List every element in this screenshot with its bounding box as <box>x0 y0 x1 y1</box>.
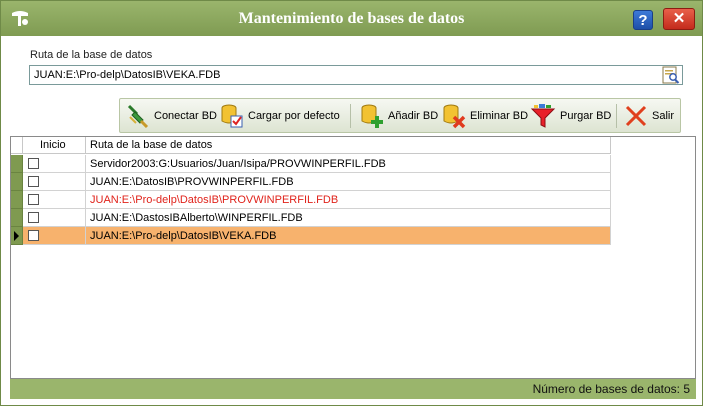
status-bar: Número de bases de datos: 5 <box>10 379 696 399</box>
toolbar: Conectar BD Cargar por defecto Añadir BD <box>119 98 681 133</box>
start-checkbox[interactable] <box>28 158 39 169</box>
start-cell <box>23 227 86 245</box>
column-header-start[interactable]: Inicio <box>23 137 86 154</box>
row-indicator[interactable] <box>11 173 23 191</box>
load-default-button[interactable]: Cargar por defecto <box>220 99 340 132</box>
toolbar-divider <box>616 104 617 128</box>
start-cell <box>23 173 86 191</box>
database-add-icon <box>361 104 383 128</box>
start-cell <box>23 209 86 227</box>
database-grid: Inicio Ruta de la base de datos Servidor… <box>10 136 696 379</box>
purge-db-label: Purgar BD <box>560 109 612 122</box>
header-indicator-cell <box>11 137 23 154</box>
window-title: Mantenimiento de bases de datos <box>238 10 465 27</box>
table-row[interactable]: JUAN:E:\DatosIB\PROVWINPERFIL.FDB <box>11 173 611 191</box>
row-indicator[interactable] <box>11 227 23 245</box>
browse-file-icon[interactable] <box>661 66 681 84</box>
path-cell[interactable]: Servidor2003:G:Usuarios/Juan/Isipa/PROVW… <box>86 155 611 173</box>
exit-label: Salir <box>652 109 675 122</box>
load-default-label: Cargar por defecto <box>248 109 340 122</box>
funnel-purge-icon <box>530 103 556 128</box>
grid-header: Inicio Ruta de la base de datos <box>11 137 611 155</box>
table-row[interactable]: JUAN:E:\Pro-delp\DatosIB\VEKA.FDB <box>11 227 611 245</box>
toolbar-divider <box>350 104 351 128</box>
start-cell <box>23 191 86 209</box>
purge-db-button[interactable]: Purgar BD <box>530 99 611 132</box>
connect-plug-icon <box>127 104 149 128</box>
start-checkbox[interactable] <box>28 176 39 187</box>
exit-button[interactable]: Salir <box>624 99 674 132</box>
current-row-arrow-icon <box>14 231 19 241</box>
close-button[interactable]: ✕ <box>663 8 695 30</box>
help-button[interactable]: ? <box>633 10 653 30</box>
row-indicator[interactable] <box>11 191 23 209</box>
path-cell[interactable]: JUAN:E:\DastosIBAlberto\WINPERFIL.FDB <box>86 209 611 227</box>
row-indicator[interactable] <box>11 209 23 227</box>
delete-db-label: Eliminar BD <box>470 109 529 122</box>
database-path-input[interactable]: JUAN:E:\Pro-delp\DatosIB\VEKA.FDB <box>29 65 683 85</box>
close-x-icon <box>625 105 647 126</box>
connect-db-label: Conectar BD <box>154 109 217 122</box>
path-cell[interactable]: JUAN:E:\Pro-delp\DatosIB\PROVWINPERFIL.F… <box>86 191 611 209</box>
path-cell[interactable]: JUAN:E:\Pro-delp\DatosIB\VEKA.FDB <box>86 227 611 245</box>
row-indicator[interactable] <box>11 155 23 173</box>
start-checkbox[interactable] <box>28 230 39 241</box>
start-checkbox[interactable] <box>28 212 39 223</box>
title-bar[interactable]: Mantenimiento de bases de datos ? ✕ <box>1 1 702 36</box>
maintenance-window: Mantenimiento de bases de datos ? ✕ Ruta… <box>0 0 703 406</box>
database-delete-icon <box>443 104 466 128</box>
path-cell[interactable]: JUAN:E:\DatosIB\PROVWINPERFIL.FDB <box>86 173 611 191</box>
start-cell <box>23 155 86 173</box>
add-db-label: Añadir BD <box>388 109 439 122</box>
table-row[interactable]: JUAN:E:\Pro-delp\DatosIB\PROVWINPERFIL.F… <box>11 191 611 209</box>
database-default-icon <box>221 104 243 127</box>
connect-db-button[interactable]: Conectar BD <box>126 99 217 132</box>
table-row[interactable]: Servidor2003:G:Usuarios/Juan/Isipa/PROVW… <box>11 155 611 173</box>
delete-db-button[interactable]: Eliminar BD <box>442 99 528 132</box>
database-count-status: Número de bases de datos: 5 <box>532 382 690 396</box>
column-header-path[interactable]: Ruta de la base de datos <box>86 137 611 154</box>
table-row[interactable]: JUAN:E:\DastosIBAlberto\WINPERFIL.FDB <box>11 209 611 227</box>
path-field-label: Ruta de la base de datos <box>30 49 153 61</box>
add-db-button[interactable]: Añadir BD <box>360 99 438 132</box>
start-checkbox[interactable] <box>28 194 39 205</box>
